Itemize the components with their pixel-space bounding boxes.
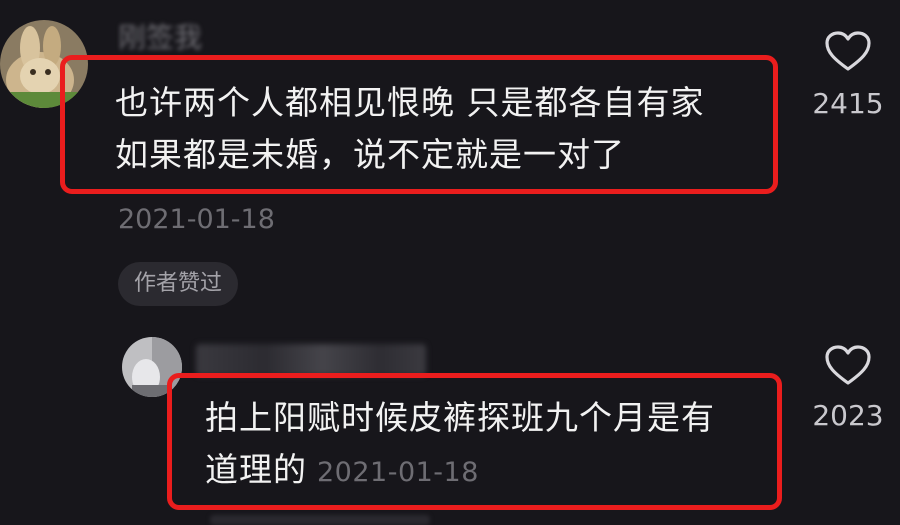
comment-text-line-end: 道理的 bbox=[205, 450, 307, 489]
comment-text-line: 拍上阳赋时候皮裤探班九个月是有 bbox=[205, 398, 715, 437]
comment-section: 刚签我 也许两个人都相见恨晚 只是都各自有家 如果都是未婚，说不定就是一对了 2… bbox=[0, 0, 900, 525]
author-liked-badge: 作者赞过 bbox=[118, 262, 239, 306]
next-comment-preview bbox=[210, 515, 430, 525]
comment-text-line: 也许两个人都相见恨晚 只是都各自有家 bbox=[115, 83, 705, 122]
blurred-username[interactable] bbox=[196, 344, 426, 376]
heart-outline-icon[interactable] bbox=[824, 344, 872, 386]
comment-text: 拍上阳赋时候皮裤探班九个月是有 道理的 2021-01-18 bbox=[205, 392, 715, 499]
comment-username[interactable]: 刚签我 bbox=[118, 22, 202, 54]
like-count: 2415 bbox=[812, 87, 884, 120]
like-count: 2023 bbox=[812, 399, 884, 432]
comment-date: 2021-01-18 bbox=[118, 204, 275, 235]
comment-date: 2021-01-18 bbox=[317, 457, 479, 488]
heart-outline-icon[interactable] bbox=[824, 30, 872, 72]
comment-text-line: 如果都是未婚，说不定就是一对了 bbox=[115, 135, 625, 174]
comment-text: 也许两个人都相见恨晚 只是都各自有家 如果都是未婚，说不定就是一对了 bbox=[115, 77, 705, 181]
comment-text-line: 道理的 2021-01-18 bbox=[205, 444, 715, 499]
